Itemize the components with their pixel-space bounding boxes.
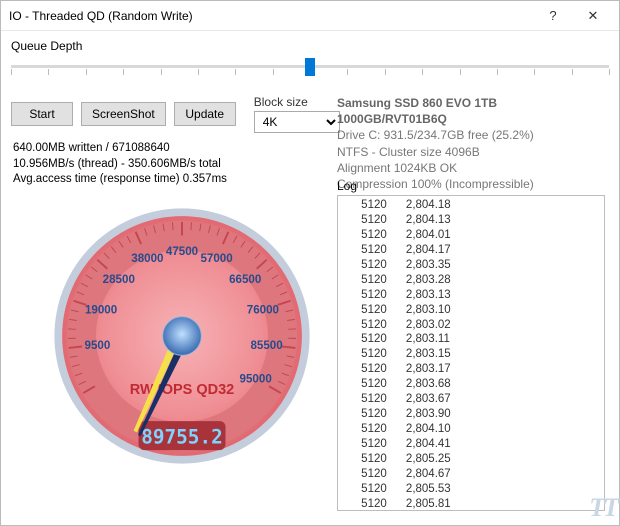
log-row: 5120 2,803.13 — [342, 288, 600, 303]
log-row: 5120 2,804.10 — [342, 422, 600, 437]
help-button[interactable]: ? — [533, 8, 573, 23]
queue-depth-label: Queue Depth — [11, 39, 609, 53]
log-row: 5120 2,805.53 — [342, 482, 600, 497]
log-row: 5120 2,803.11 — [342, 332, 600, 347]
drive-alignment: Alignment 1024KB OK — [337, 160, 605, 176]
block-size-group: Block size 4K — [254, 95, 340, 133]
svg-text:19000: 19000 — [85, 304, 117, 317]
drive-info: Samsung SSD 860 EVO 1TB 1000GB/RVT01B6Q … — [337, 95, 605, 192]
log-row: 5120 2,804.67 — [342, 467, 600, 482]
log-row: 5120 2,804.01 — [342, 228, 600, 243]
log-row: 5120 2,803.17 — [342, 362, 600, 377]
stats-throughput: 10.956MB/s (thread) - 350.606MB/s total — [13, 157, 227, 173]
block-size-select[interactable]: 4K — [254, 111, 340, 133]
window-title: IO - Threaded QD (Random Write) — [9, 9, 533, 23]
svg-text:38000: 38000 — [131, 252, 163, 265]
log-row: 5120 2,803.15 — [342, 347, 600, 362]
log-row: 5120 2,803.28 — [342, 273, 600, 288]
titlebar: IO - Threaded QD (Random Write) ? ✕ — [1, 1, 619, 31]
queue-depth-slider[interactable] — [11, 55, 609, 81]
stats-written: 640.00MB written / 671088640 — [13, 141, 227, 157]
log-row: 5120 2,804.13 — [342, 213, 600, 228]
stats-latency: Avg.access time (response time) 0.357ms — [13, 172, 227, 188]
update-button[interactable]: Update — [174, 102, 236, 126]
start-button[interactable]: Start — [11, 102, 73, 126]
svg-text:9500: 9500 — [85, 339, 111, 352]
dialog-window: IO - Threaded QD (Random Write) ? ✕ Queu… — [0, 0, 620, 526]
gauge-label: RW IOPS QD32 — [130, 382, 234, 398]
log-row: 5120 2,804.17 — [342, 243, 600, 258]
log-row: 5120 2,803.10 — [342, 303, 600, 318]
svg-text:76000: 76000 — [247, 304, 279, 317]
log-row: 5120 2,804.18 — [342, 198, 600, 213]
drive-model: Samsung SSD 860 EVO 1TB 1000GB/RVT01B6Q — [337, 95, 605, 127]
run-stats: 640.00MB written / 671088640 10.956MB/s … — [13, 141, 227, 188]
log-row: 5120 2,805.25 — [342, 452, 600, 467]
svg-text:57000: 57000 — [200, 252, 232, 265]
log-list[interactable]: 5120 2,804.18 5120 2,804.13 5120 2,804.0… — [337, 195, 605, 511]
svg-text:66500: 66500 — [229, 273, 261, 286]
drive-fs: NTFS - Cluster size 4096B — [337, 144, 605, 160]
iops-gauge: 9500 19000 28500 380004750057000 66500 76000 8… — [37, 191, 327, 481]
svg-text:95000: 95000 — [240, 372, 272, 385]
svg-text:85500: 85500 — [250, 339, 282, 352]
log-row: 5120 2,805.81 — [342, 497, 600, 511]
slider-thumb[interactable] — [305, 58, 315, 76]
log-row: 5120 2,803.35 — [342, 258, 600, 273]
block-size-label: Block size — [254, 95, 340, 109]
log-row: 5120 2,803.68 — [342, 377, 600, 392]
svg-text:28500: 28500 — [103, 273, 135, 286]
log-row: 5120 2,803.67 — [342, 392, 600, 407]
log-row: 5120 2,803.90 — [342, 407, 600, 422]
drive-capacity: Drive C: 931.5/234.7GB free (25.2%) — [337, 127, 605, 143]
log-row: 5120 2,803.02 — [342, 318, 600, 333]
gauge-reading: 89755.2 — [141, 425, 222, 448]
log-row: 5120 2,804.41 — [342, 437, 600, 452]
log-label: Log — [337, 179, 605, 193]
svg-text:47500: 47500 — [166, 245, 198, 258]
screenshot-button[interactable]: ScreenShot — [81, 102, 166, 126]
close-button[interactable]: ✕ — [573, 8, 613, 24]
log-area: Log 5120 2,804.18 5120 2,804.13 5120 2,8… — [337, 179, 605, 511]
